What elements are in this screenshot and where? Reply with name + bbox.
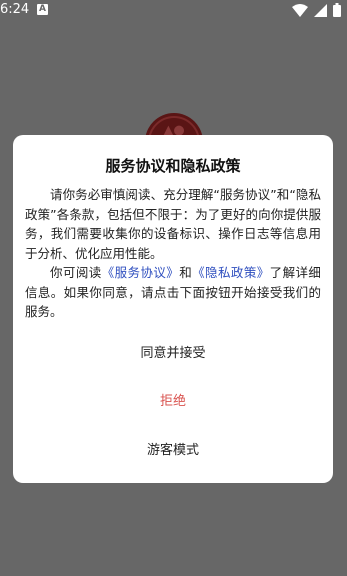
read-prefix: 你可阅读 [50,265,102,280]
status-time: 6:24 [0,2,30,17]
notification-icon: A [37,4,48,15]
privacy-policy-link[interactable]: 《隐私政策》 [192,265,270,280]
wifi-icon [292,3,308,17]
accept-button[interactable]: 同意并接受 [13,336,333,372]
terms-paragraph: 请你务必审慎阅读、充分理解“服务协议”和“隐私政策”各条款，包括但不限于：为了更… [25,187,321,261]
battery-icon [333,3,341,17]
and-text: 和 [179,265,193,280]
status-bar: 6:24 A [0,0,347,20]
dialog-title: 服务协议和隐私政策 [105,157,241,175]
reject-button[interactable]: 拒绝 [13,384,333,420]
signal-icon [314,3,327,17]
guest-mode-button[interactable]: 游客模式 [13,433,333,469]
service-agreement-link[interactable]: 《服务协议》 [102,265,180,280]
privacy-dialog: 服务协议和隐私政策 请你务必审慎阅读、充分理解“服务协议”和“隐私政策”各条款，… [13,135,333,483]
links-paragraph: 你可阅读《服务协议》和《隐私政策》了解详细信息。如果你同意，请点击下面按钮开始接… [25,263,321,322]
dialog-body: 请你务必审慎阅读、充分理解“服务协议”和“隐私政策”各条款，包括但不限于：为了更… [25,185,321,322]
status-icons [292,3,341,17]
